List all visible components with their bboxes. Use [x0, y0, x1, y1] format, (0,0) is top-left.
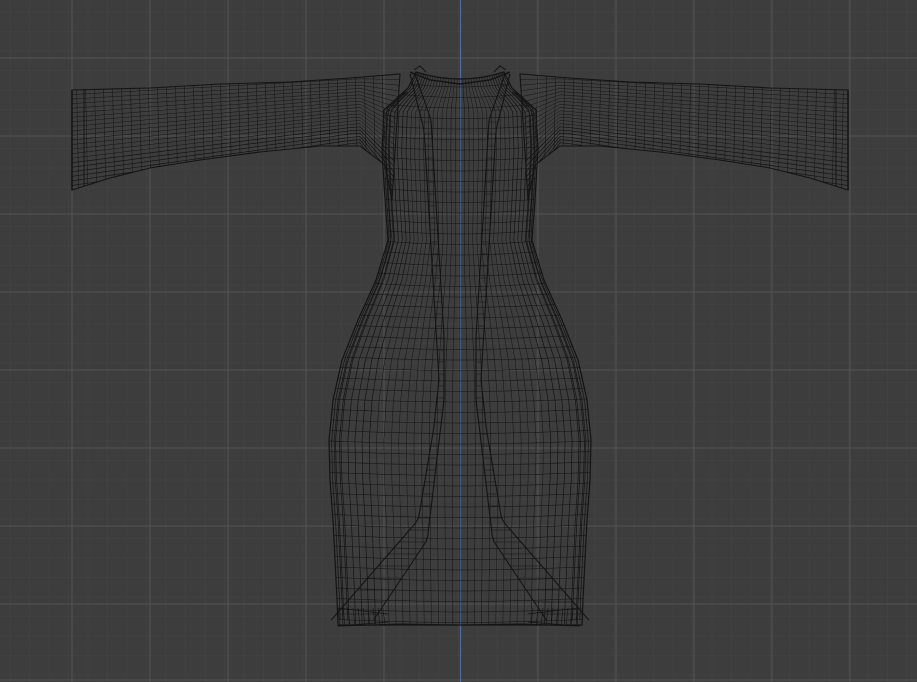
dress-wireframe-mesh[interactable] — [70, 60, 850, 627]
right-sleeve-mesh — [519, 73, 849, 201]
left-sleeve-mesh — [71, 73, 401, 201]
dress-body-mesh — [328, 71, 592, 626]
3d-viewport[interactable] — [0, 0, 917, 682]
viewport-canvas[interactable] — [0, 0, 917, 682]
floor-grid — [0, 0, 917, 682]
